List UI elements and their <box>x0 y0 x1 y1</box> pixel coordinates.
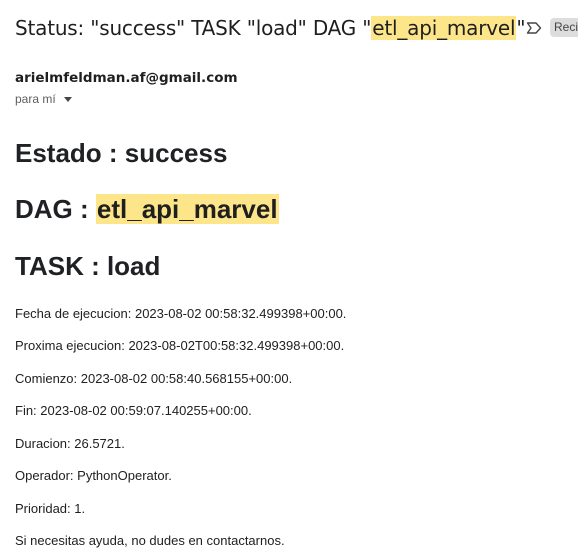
line-comienzo: Comienzo: 2023-08-02 00:58:40.568155+00:… <box>15 371 293 386</box>
label-icon[interactable] <box>525 19 543 37</box>
dag-name-highlight: etl_api_marvel <box>95 194 279 224</box>
dag-prefix: DAG : <box>15 194 96 224</box>
line-ayuda: Si necesitas ayuda, no dudes en contacta… <box>15 533 285 548</box>
line-operador: Operador: PythonOperator. <box>15 468 172 483</box>
line-duracion: Duracion: 26.5721. <box>15 436 125 451</box>
heading-dag: DAG : etl_api_marvel <box>15 194 279 225</box>
recipient-label: para mí <box>15 92 56 106</box>
subject-text: Status: "success" TASK "load" DAG "etl_a… <box>15 16 526 40</box>
line-fecha-ejecucion: Fecha de ejecucion: 2023-08-02 00:58:32.… <box>15 306 347 321</box>
line-proxima-ejecucion: Proxima ejecucion: 2023-08-02T00:58:32.4… <box>15 338 345 353</box>
heading-estado: Estado : success <box>15 138 228 168</box>
subject-search-highlight: etl_api_marvel <box>371 16 517 40</box>
subject-prefix: Status: "success" TASK "load" DAG " <box>15 16 372 40</box>
sender-email[interactable]: arielmfeldman.af@gmail.com <box>15 70 238 86</box>
inbox-label-chip[interactable]: Recibidos <box>550 18 578 37</box>
heading-task: TASK : load <box>15 251 161 281</box>
chevron-down-icon[interactable] <box>63 96 72 102</box>
recipient-details-toggle[interactable]: para mí <box>15 92 72 106</box>
email-subject: Status: "success" TASK "load" DAG "etl_a… <box>15 14 526 42</box>
line-fin: Fin: 2023-08-02 00:59:07.140255+00:00. <box>15 403 252 418</box>
line-prioridad: Prioridad: 1. <box>15 501 86 516</box>
subject-suffix: " <box>516 16 526 40</box>
